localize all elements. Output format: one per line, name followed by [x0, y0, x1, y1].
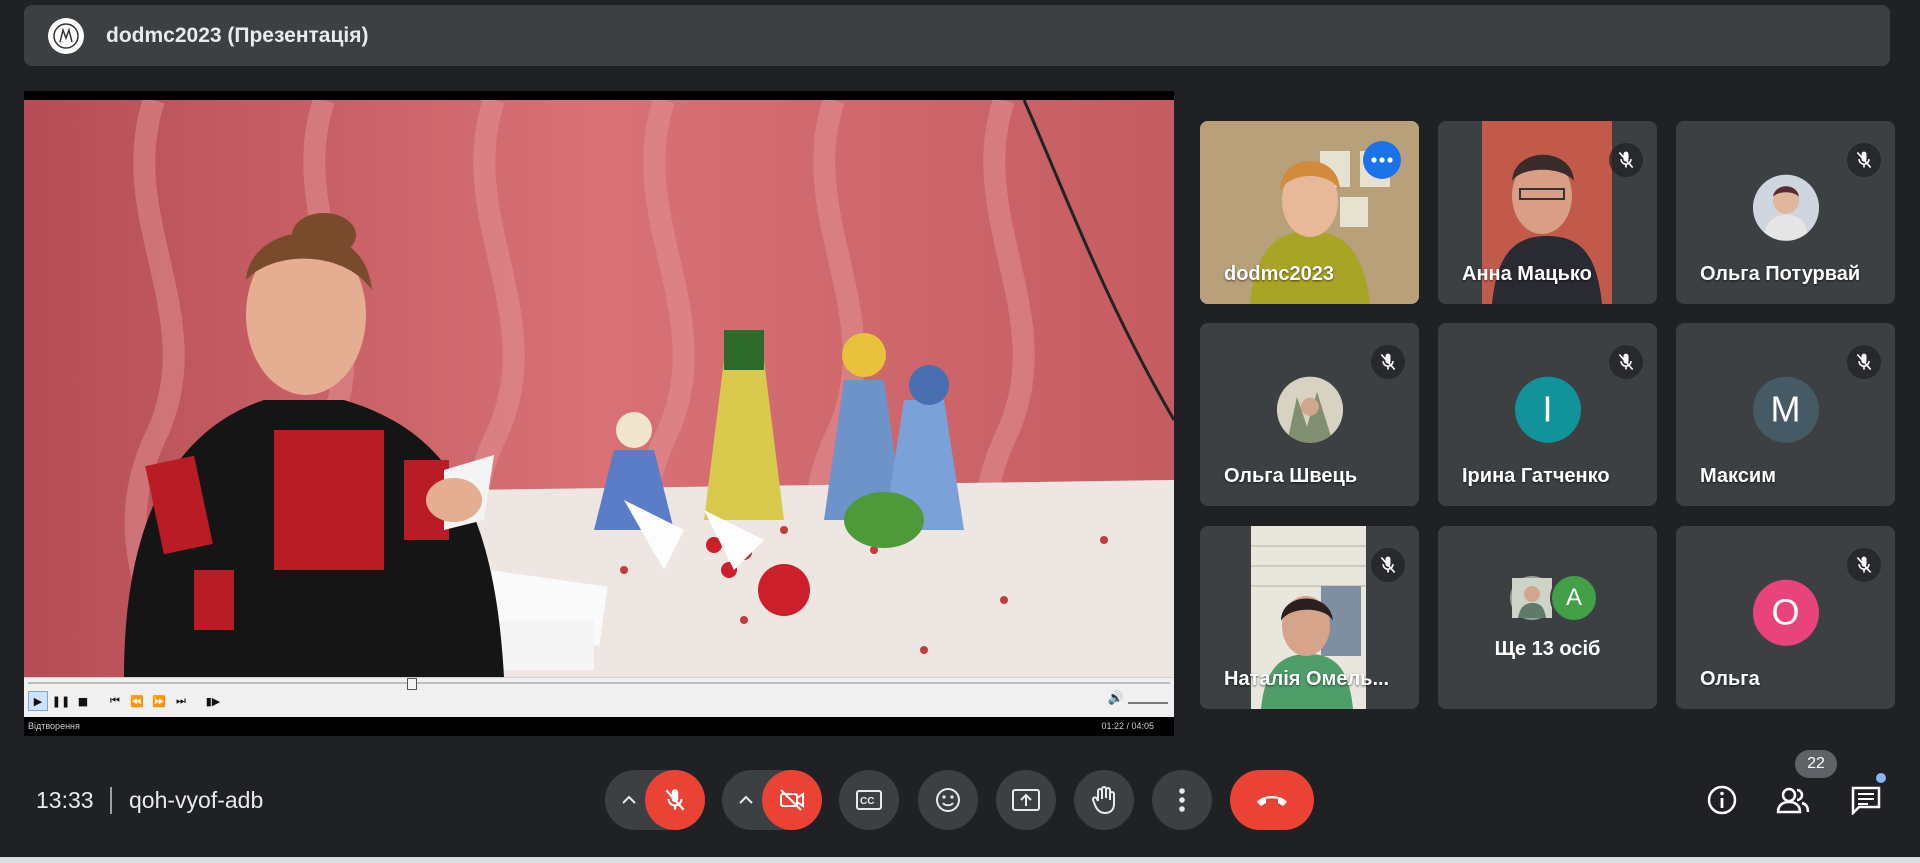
camera-toggle-button[interactable]	[762, 770, 822, 830]
mic-off-icon	[1609, 143, 1643, 177]
participant-tile-maksym[interactable]: М Максим	[1676, 323, 1895, 506]
avatar-initial: І	[1542, 388, 1553, 430]
meeting-controls-bar: 13:33 qoh-vyof-adb CC 22	[0, 750, 1920, 850]
info-icon	[1707, 785, 1737, 815]
participant-name: Ірина Гатченко	[1462, 465, 1610, 487]
raise-hand-icon	[1091, 786, 1115, 815]
participant-count-badge: 22	[1795, 750, 1837, 778]
participant-name: Анна Мацько	[1462, 263, 1592, 285]
avatar-initial: М	[1770, 388, 1801, 430]
skip-next-icon[interactable]: ⏭	[172, 692, 190, 710]
pause-icon[interactable]: ❚❚	[52, 692, 70, 710]
unread-indicator	[1876, 773, 1886, 783]
leave-call-button[interactable]	[1230, 770, 1314, 830]
camera-control-group	[722, 770, 822, 830]
people-button[interactable]	[1773, 780, 1813, 820]
presentation-stage: ▶ ❚❚ ■ ⏮ ⏪ ⏩ ⏭ ▮▶ 🔊 Відтворення 01:22 / …	[24, 91, 1174, 736]
videocam-off-icon	[780, 789, 804, 811]
avatar-initial: О	[1771, 591, 1800, 633]
mic-off-icon	[1609, 345, 1643, 379]
people-icon	[1776, 787, 1810, 814]
participant-avatar	[1276, 376, 1343, 443]
emoji-icon	[936, 788, 960, 812]
svg-text:CC: CC	[860, 796, 874, 807]
player-status-bar: Відтворення 01:22 / 04:05	[24, 717, 1174, 736]
play-icon[interactable]: ▶	[28, 691, 48, 711]
participant-tile-anna[interactable]: Анна Мацько	[1438, 121, 1657, 304]
chevron-up-icon[interactable]	[609, 770, 649, 830]
more-participants-label: Ще 13 осіб	[1494, 638, 1601, 660]
more-options-button[interactable]	[1152, 770, 1212, 830]
mic-off-icon	[1847, 548, 1881, 582]
captions-button[interactable]: CC	[839, 770, 899, 830]
participant-initial-avatar: М	[1752, 376, 1819, 443]
stop-icon[interactable]: ■	[74, 692, 92, 710]
participant-avatar	[1752, 174, 1819, 241]
chevron-up-icon[interactable]	[726, 770, 766, 830]
presenter-logo	[48, 17, 84, 54]
participant-name: Наталія Омель...	[1224, 668, 1390, 690]
presentation-video[interactable]	[24, 100, 1174, 677]
window-bottom-edge	[0, 857, 1920, 863]
participant-name: Ольга Потурвай	[1700, 263, 1861, 285]
chat-icon	[1851, 786, 1881, 815]
present-to-all-icon	[1012, 789, 1040, 811]
meeting-code: qoh-vyof-adb	[129, 787, 264, 813]
frame-step-icon[interactable]: ▮▶	[204, 692, 222, 710]
participant-tile-more-people[interactable]: А Ще 13 осіб	[1438, 526, 1657, 709]
mic-off-icon	[1371, 345, 1405, 379]
mic-toggle-button[interactable]	[645, 770, 705, 830]
presentation-title: dodmc2023 (Презентація)	[106, 23, 369, 47]
meeting-details-button[interactable]	[1702, 780, 1742, 820]
chat-button[interactable]	[1846, 780, 1886, 820]
skip-previous-icon[interactable]: ⏮	[106, 692, 124, 710]
participant-name: Ольга Швець	[1224, 465, 1358, 487]
participant-tile-iryna[interactable]: І Ірина Гатченко	[1438, 323, 1657, 506]
playback-time: 01:22 / 04:05	[1101, 721, 1154, 731]
participant-tile-olha[interactable]: О Ольга	[1676, 526, 1895, 709]
volume-icon[interactable]: 🔊	[1108, 691, 1124, 706]
participant-name: Максим	[1700, 465, 1776, 487]
seek-bar[interactable]	[28, 678, 1170, 690]
video-scene	[24, 100, 1174, 677]
participant-name: Ольга	[1700, 668, 1760, 690]
mic-off-icon	[1847, 345, 1881, 379]
participant-initial-avatar: О	[1752, 579, 1819, 646]
raise-hand-button[interactable]	[1074, 770, 1134, 830]
divider	[110, 787, 112, 814]
seek-thumb[interactable]	[406, 678, 417, 690]
participant-initial-avatar: І	[1514, 376, 1581, 443]
presentation-header: dodmc2023 (Презентація)	[24, 5, 1890, 66]
participant-tile-olha-shvets[interactable]: Ольга Швець	[1200, 323, 1419, 506]
fast-forward-icon[interactable]: ⏩	[150, 692, 168, 710]
grouped-photo-avatar	[1508, 574, 1556, 622]
more-options-icon[interactable]	[1363, 141, 1401, 179]
mic-off-icon	[1847, 143, 1881, 177]
participant-tile-dodmc2023[interactable]: dodmc2023	[1200, 121, 1419, 304]
avatar-initial: А	[1565, 584, 1582, 611]
media-player-controls: ▶ ❚❚ ■ ⏮ ⏪ ⏩ ⏭ ▮▶ 🔊	[24, 677, 1174, 718]
present-button[interactable]	[996, 770, 1056, 830]
grouped-initial-avatar: А	[1550, 574, 1598, 622]
closed-caption-icon: CC	[856, 790, 882, 810]
mic-control-group	[605, 770, 705, 830]
logo-mark-icon	[53, 22, 79, 49]
reactions-button[interactable]	[918, 770, 978, 830]
mic-off-icon	[1371, 548, 1405, 582]
call-end-icon	[1257, 796, 1287, 806]
mic-off-icon	[665, 789, 685, 811]
participant-tile-natalia[interactable]: Наталія Омель...	[1200, 526, 1419, 709]
playback-status: Відтворення	[28, 721, 80, 731]
grouped-avatars: А	[1508, 574, 1598, 622]
rewind-icon[interactable]: ⏪	[128, 692, 146, 710]
meeting-clock: 13:33	[36, 787, 94, 813]
participant-name: dodmc2023	[1224, 263, 1335, 285]
volume-slider[interactable]	[1128, 702, 1168, 704]
participant-tile-olha-poturvai[interactable]: Ольга Потурвай	[1676, 121, 1895, 304]
more-vert-icon	[1179, 788, 1185, 812]
